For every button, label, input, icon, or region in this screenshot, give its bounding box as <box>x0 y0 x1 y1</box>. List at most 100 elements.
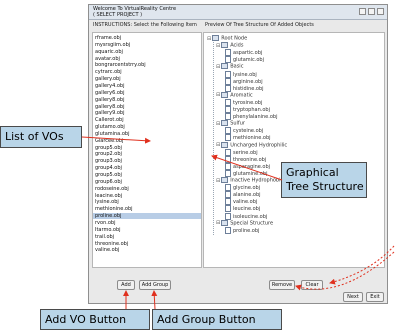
tree-toggle-icon[interactable]: ⊟ <box>207 36 211 42</box>
vo-list-item[interactable]: avatar.obj <box>95 56 120 62</box>
tree-folder-node[interactable]: ⊟ Special Structure <box>216 219 274 227</box>
vo-list-item[interactable]: gallery6.obj <box>95 90 125 96</box>
vo-list-item[interactable]: mysrsgiim.obj <box>95 42 130 48</box>
tree-file-node[interactable]: glutamic.obj <box>225 56 264 64</box>
vo-list-item[interactable]: gallery8.obj <box>95 97 125 103</box>
close-button[interactable] <box>377 8 384 15</box>
tree-node-label: alanine.obj <box>233 192 261 199</box>
tree-node-label: methionine.obj <box>233 135 271 142</box>
tree-file-node[interactable]: methionine.obj <box>225 134 271 142</box>
vo-list-item[interactable]: aquaric.obj <box>95 49 123 55</box>
add-button[interactable]: Add <box>117 280 135 290</box>
tree-node-label: Basic <box>230 63 244 70</box>
tree-toggle-icon[interactable]: ⊟ <box>216 92 220 98</box>
tree-file-node[interactable]: glutamine.obj <box>225 169 267 177</box>
vo-list-item[interactable]: gallery9.obj <box>95 110 125 116</box>
tree-toggle-icon[interactable]: ⊟ <box>216 142 220 148</box>
add-group-button-callout: Add Group Button <box>152 309 282 330</box>
vo-list-item[interactable]: valine.obj <box>95 247 119 253</box>
folder-icon <box>221 91 229 98</box>
tree-folder-node[interactable]: ⊟ Basic <box>216 63 243 70</box>
vo-list-item[interactable]: bongrarcentstrry.obj <box>95 62 146 68</box>
tree-file-node[interactable]: lysine.obj <box>225 70 257 78</box>
tree-node-label: cysteine.obj <box>233 128 264 135</box>
file-icon <box>225 134 231 142</box>
tree-toggle-icon[interactable]: ⊟ <box>216 220 220 226</box>
file-icon <box>225 212 231 220</box>
file-icon <box>225 148 231 156</box>
tree-node-label: Special Structure <box>230 220 274 227</box>
tree-folder-node[interactable]: ⊟ Aromatic <box>216 91 253 98</box>
folder-icon <box>221 219 229 226</box>
vo-list-item[interactable]: group3.obj <box>95 158 122 164</box>
vo-list-item[interactable]: group5.obj <box>95 145 122 151</box>
vo-list-item[interactable]: glutamo.obj <box>95 124 125 130</box>
tree-toggle-icon[interactable]: ⊟ <box>216 121 220 127</box>
file-icon <box>225 127 231 135</box>
tree-file-node[interactable]: tyrosine.obj <box>225 98 262 106</box>
minimize-button[interactable] <box>359 8 366 15</box>
vo-list-item[interactable]: group4.obj <box>95 165 122 171</box>
maximize-button[interactable] <box>368 8 375 15</box>
exit-button[interactable]: Exit <box>366 292 384 302</box>
vo-list-item[interactable]: cytrarc.obj <box>95 69 122 75</box>
tree-file-node[interactable]: serine.obj <box>225 148 258 156</box>
tree-file-node[interactable]: valine.obj <box>225 198 257 206</box>
tree-file-node[interactable]: leucine.obj <box>225 205 260 213</box>
tree-file-node[interactable]: proline.obj <box>225 226 259 234</box>
vo-list-item[interactable]: group6.obj <box>95 179 122 185</box>
add-group-button[interactable]: Add Group <box>139 280 171 290</box>
vo-list-item[interactable]: rvon.obj <box>95 220 115 226</box>
tree-folder-node[interactable]: ⊟ Uncharged Hydrophilic <box>216 141 287 148</box>
vo-list-item[interactable]: gallery8.obj <box>95 104 125 110</box>
tree-node-label: Sulfur <box>230 120 245 127</box>
vo-list-item[interactable]: leacine.obj <box>95 193 122 199</box>
tree-file-node[interactable]: asparagine.obj <box>225 162 270 170</box>
vo-list-item[interactable]: gallery.obj <box>95 76 121 82</box>
vo-list-item[interactable]: lysine.obj <box>95 199 119 205</box>
tree-file-node[interactable]: threonine.obj <box>225 155 266 163</box>
vo-list-item[interactable]: rodoseine.obj <box>95 186 129 192</box>
tree-file-node[interactable]: glycine.obj <box>225 184 260 192</box>
vo-list-item[interactable]: rframe.obj <box>95 35 121 41</box>
title-bar: Welcome To VirtualReality Centre ( SELEC… <box>89 5 387 20</box>
file-icon <box>225 162 231 170</box>
tree-folder-node[interactable]: ⊟ Root Node <box>207 35 247 42</box>
tree-file-node[interactable]: arginine.obj <box>225 77 263 85</box>
vo-list-item[interactable]: group2.obj <box>95 151 122 157</box>
tree-file-node[interactable]: histidine.obj <box>225 84 264 92</box>
vo-list-item[interactable]: trail.obj <box>95 234 114 240</box>
vo-list-item[interactable]: Callerot.obj <box>95 117 124 123</box>
tree-toggle-icon[interactable]: ⊟ <box>216 43 220 49</box>
tree-file-node[interactable]: cysteine.obj <box>225 127 264 135</box>
clear-button[interactable]: Clear <box>301 280 323 290</box>
vo-list-item[interactable]: Glarcee.obj <box>95 138 123 144</box>
tree-file-node[interactable]: alanine.obj <box>225 191 261 199</box>
vo-list-item[interactable]: threonine.obj <box>95 241 128 247</box>
file-icon <box>225 198 231 206</box>
list-of-vos-label: List of VOs <box>5 130 64 143</box>
vo-list-item[interactable]: group5.obj <box>95 172 122 178</box>
vo-list-item[interactable]: glutamina.obj <box>95 131 129 137</box>
remove-button[interactable]: Remove <box>269 280 295 290</box>
vo-list-item[interactable]: Itarmo.obj <box>95 227 121 233</box>
tree-node-label: serine.obj <box>233 149 258 156</box>
vo-list-item[interactable]: proline.obj <box>93 213 201 220</box>
window-title: Welcome To VirtualReality Centre ( SELEC… <box>93 6 313 18</box>
vo-list-item[interactable]: gallery4.obj <box>95 83 125 89</box>
tree-file-node[interactable]: tryptophan.obj <box>225 106 270 113</box>
tree-file-node[interactable]: aspartic.obj <box>225 49 262 57</box>
tree-toggle-icon[interactable]: ⊟ <box>216 178 220 184</box>
tree-folder-node[interactable]: ⊟ Acids <box>216 42 243 49</box>
file-icon <box>225 56 231 64</box>
tree-file-node[interactable]: isoleucine.obj <box>225 212 267 220</box>
tree-folder-node[interactable]: ⊟ Inactive Hydrophobic <box>216 177 283 184</box>
vo-list-panel[interactable]: rframe.obj mysrsgiim.obj aquaric.obj avatar… <box>92 32 202 268</box>
tree-panel[interactable]: ⊟ Root Node ⊟ Acids aspartic.obj glutamic.obj… <box>203 32 385 268</box>
file-icon <box>225 226 231 234</box>
tree-file-node[interactable]: phenylalanine.obj <box>225 113 277 121</box>
next-button[interactable]: Next <box>343 292 363 302</box>
tree-folder-node[interactable]: ⊟ Sulfur <box>216 120 245 127</box>
tree-toggle-icon[interactable]: ⊟ <box>216 64 220 70</box>
vo-list-item[interactable]: methionine.obj <box>95 206 133 212</box>
